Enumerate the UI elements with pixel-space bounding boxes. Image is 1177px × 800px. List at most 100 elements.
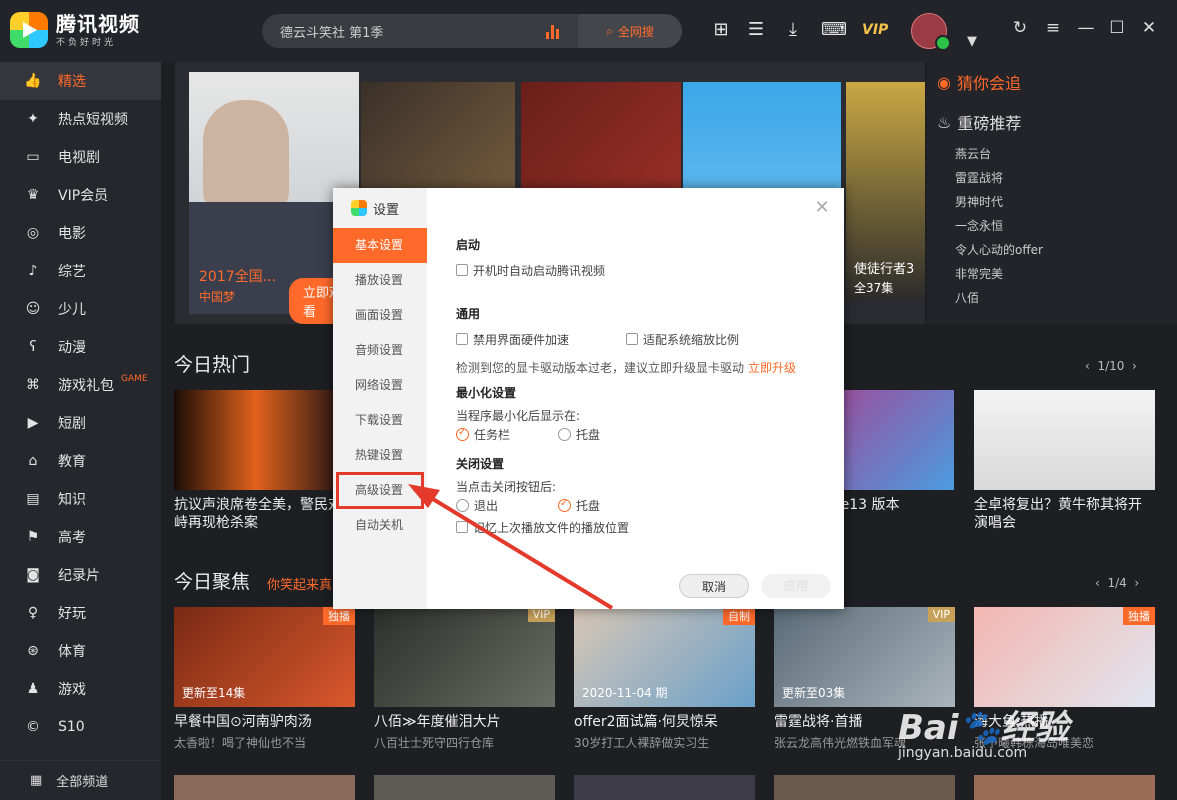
baidu-watermark: Bai🐾经验 jingyan.baidu.com: [898, 700, 1069, 761]
download-icon[interactable]: ⤓: [782, 20, 804, 40]
banner-poster-4[interactable]: 使徒行者3 全37集: [846, 82, 925, 300]
sidebar-item-tv[interactable]: ▭ 电视剧: [0, 138, 161, 176]
next-icon[interactable]: ›: [1132, 359, 1137, 373]
remember-position-checkbox[interactable]: 记忆上次播放文件的播放位置: [456, 516, 826, 538]
minimize-tray-radio[interactable]: 托盘: [558, 426, 600, 443]
focus-card-sub: 30岁打工人裸辞做实习生: [574, 736, 710, 750]
focus-card[interactable]: 独播 更新至14集 早餐中国⊙河南驴肉汤 太香啦！喝了神仙也不当: [174, 607, 355, 751]
autostart-checkbox[interactable]: 开机时自动启动腾讯视频: [456, 259, 826, 281]
nav-audio-settings[interactable]: 音频设置: [333, 333, 427, 368]
sidebar-item-kids[interactable]: ☺ 少儿: [0, 290, 161, 328]
nav-basic-settings[interactable]: 基本设置: [333, 228, 427, 263]
next-row-thumbnail[interactable]: [374, 775, 555, 800]
sidebar-item-movie[interactable]: ◎ 电影: [0, 214, 161, 252]
sidebar-item-documentary[interactable]: ◙ 纪录片: [0, 556, 161, 594]
hot-list-item[interactable]: 雷霆战将: [927, 166, 1177, 190]
today-hot-pager[interactable]: ‹ 1/10 ›: [1085, 359, 1137, 373]
hot-card[interactable]: 抗议声浪席卷全美，警民对峙再现枪杀案: [174, 390, 355, 532]
prev-icon[interactable]: ‹: [1085, 359, 1090, 373]
sidebar-item-gaokao[interactable]: ⚑ 高考: [0, 518, 161, 556]
edu-icon: ⌂: [28, 453, 38, 469]
close-exit-radio[interactable]: 退出: [456, 497, 558, 514]
hot-rank-icon[interactable]: [546, 23, 566, 39]
history-icon[interactable]: ☰: [745, 20, 767, 40]
focus-card[interactable]: VIP 八佰≫年度催泪大片 八百壮士死守四行仓库: [374, 607, 555, 751]
sidebar-item-anime[interactable]: ʕ 动漫: [0, 328, 161, 366]
search-input[interactable]: 德云斗笑社 第1季: [262, 22, 546, 41]
hot-list-item[interactable]: 令人心动的offer: [927, 238, 1177, 262]
minimize-taskbar-radio[interactable]: 任务栏: [456, 426, 558, 443]
cancel-button[interactable]: 取消: [679, 574, 749, 598]
sidebar-item-sports[interactable]: ⊛ 体育: [0, 632, 161, 670]
s10-icon: ©: [26, 719, 40, 735]
disable-hw-checkbox[interactable]: 禁用界面硬件加速: [456, 331, 626, 348]
minimize-section-title: 最小化设置: [456, 386, 517, 400]
nav-auto-shutdown[interactable]: 自动关机: [333, 508, 427, 543]
today-focus-pager[interactable]: ‹ 1/4 ›: [1095, 576, 1139, 590]
hot-list-item[interactable]: 八佰: [927, 286, 1177, 310]
sidebar-item-games[interactable]: ♟ 游戏: [0, 670, 161, 708]
sidebar-item-fun[interactable]: ♀ 好玩: [0, 594, 161, 632]
focus-card[interactable]: 自制 2020-11-04 期 offer2面试篇·何炅惊呆 30岁打工人裸辞做…: [574, 607, 755, 751]
maximize-icon[interactable]: ☐: [1107, 18, 1127, 38]
sidebar-item-education[interactable]: ⌂ 教育: [0, 442, 161, 480]
nav-network-settings[interactable]: 网络设置: [333, 368, 427, 403]
next-row-thumbnail[interactable]: [974, 775, 1155, 800]
general-section-title: 通用: [456, 307, 481, 321]
close-section-title: 关闭设置: [456, 457, 505, 471]
sidebar-item-short-drama[interactable]: ▶ 短剧: [0, 404, 161, 442]
search-icon: ⌕: [606, 23, 613, 38]
hot-list-item[interactable]: 非常完美: [927, 262, 1177, 286]
hot-list-item[interactable]: 一念永恒: [927, 214, 1177, 238]
sidebar-item-variety[interactable]: ♪ 综艺: [0, 252, 161, 290]
menu-icon[interactable]: ≡: [1043, 18, 1063, 38]
nav-playback-settings[interactable]: 播放设置: [333, 263, 427, 298]
upgrade-link[interactable]: 立即升级: [748, 359, 796, 376]
sidebar-item-featured[interactable]: 👍 精选: [0, 62, 161, 100]
focus-card-sub: 八百壮士死守四行仓库: [374, 736, 495, 750]
search-box[interactable]: 德云斗笑社 第1季 ⌕ 全网搜: [262, 14, 682, 48]
hot-card[interactable]: 全卓将复出？黄牛称其将开演唱会: [974, 390, 1155, 532]
nav-advanced-settings[interactable]: 高级设置: [336, 472, 424, 509]
focus-card-thumbnail: VIP 更新至03集: [774, 607, 955, 707]
all-channels-button[interactable]: ▦ 全部频道: [0, 760, 161, 800]
hot-list-item[interactable]: 燕云台: [927, 142, 1177, 166]
nav-download-settings[interactable]: 下载设置: [333, 403, 427, 438]
today-focus-subtitle[interactable]: 你笑起来真: [267, 574, 332, 593]
next-row-thumbnail[interactable]: [574, 775, 755, 800]
fit-scale-checkbox[interactable]: 适配系统缩放比例: [626, 331, 739, 348]
refresh-icon[interactable]: ↻: [1010, 18, 1030, 38]
close-desc: 当点击关闭按钮后:: [456, 479, 557, 494]
ball-icon: ⊛: [27, 643, 39, 659]
driver-notice: 检测到您的显卡驱动版本过老，建议立即升级显卡驱动: [456, 360, 745, 375]
close-icon[interactable]: ✕: [1139, 18, 1159, 38]
search-button[interactable]: ⌕ 全网搜: [578, 14, 682, 48]
upload-icon[interactable]: ⊞: [710, 20, 732, 40]
apply-button[interactable]: 应用: [761, 574, 831, 598]
sidebar-item-knowledge[interactable]: ▤ 知识: [0, 480, 161, 518]
dialog-close-icon[interactable]: ✕: [814, 199, 830, 217]
nav-display-settings[interactable]: 画面设置: [333, 298, 427, 333]
prev-icon[interactable]: ‹: [1095, 576, 1100, 590]
close-tray-radio[interactable]: 托盘: [558, 497, 600, 514]
camera-icon: ◙: [26, 567, 40, 583]
guess-you-like[interactable]: ◉ 猜你会追: [927, 62, 1177, 102]
minimize-icon[interactable]: —: [1076, 18, 1096, 38]
app-logo[interactable]: 腾讯视频 不负好时光: [10, 12, 140, 48]
app-name: 腾讯视频: [56, 11, 140, 36]
sidebar-item-game-gift[interactable]: ⌘ 游戏礼包 GAME: [0, 366, 161, 404]
next-row-thumbnail[interactable]: [174, 775, 355, 800]
sidebar-item-vip[interactable]: ♛ VIP会员: [0, 176, 161, 214]
vip-button[interactable]: VIP: [862, 22, 888, 38]
nav-hotkey-settings[interactable]: 热键设置: [333, 438, 427, 473]
next-icon[interactable]: ›: [1134, 576, 1139, 590]
next-row-thumbnail[interactable]: [774, 775, 955, 800]
grid-icon: ▦: [30, 773, 43, 788]
hot-list-item[interactable]: 男神时代: [927, 190, 1177, 214]
dropdown-arrow-icon[interactable]: ▼: [962, 32, 982, 52]
game-controller-icon[interactable]: ⌨: [821, 20, 847, 40]
top-recommend[interactable]: ♨ 重磅推荐: [927, 102, 1177, 142]
sidebar-item-s10[interactable]: © S10: [0, 708, 161, 746]
focus-card-title: 早餐中国⊙河南驴肉汤: [174, 714, 312, 730]
sidebar-item-hot-short[interactable]: ✦ 热点短视频: [0, 100, 161, 138]
